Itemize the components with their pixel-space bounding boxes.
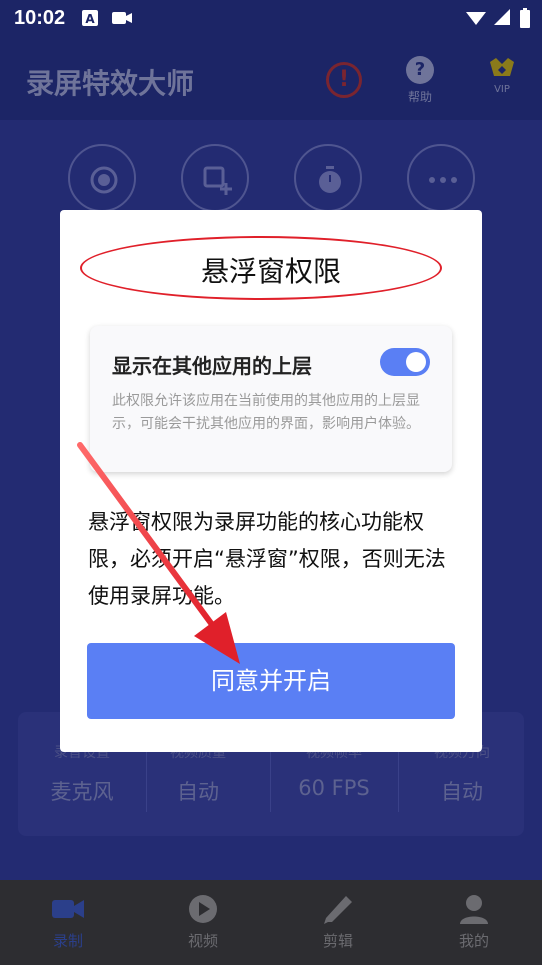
battery-icon (520, 8, 530, 28)
play-icon (189, 895, 217, 923)
nav-videos[interactable]: 视频 (163, 894, 243, 951)
signal-icon (494, 9, 510, 25)
pencil-icon (324, 896, 352, 924)
setting-value: 自动 (441, 780, 483, 804)
nav-record[interactable]: 录制 (28, 894, 108, 951)
dialog-title: 悬浮窗权限 (200, 255, 341, 288)
timer-icon (319, 166, 341, 193)
record-icon (90, 166, 118, 194)
overlay-permission-dialog: 悬浮窗权限 显示在其他应用的上层 此权限允许该应用在当前使用的其他应用的上层显示… (60, 210, 482, 752)
divider (398, 752, 399, 812)
timer-button[interactable] (294, 144, 362, 212)
svg-text:A: A (85, 12, 95, 26)
setting-value: 自动 (177, 780, 219, 804)
help-label: 帮助 (407, 90, 432, 104)
setting-value: 麦克风 (50, 780, 114, 804)
permission-toggle[interactable] (380, 348, 430, 376)
toggle-knob (406, 352, 426, 372)
nav-label: 我的 (458, 932, 489, 950)
agree-and-enable-button[interactable]: 同意并开启 (87, 643, 455, 719)
vip-label: VIP (494, 84, 510, 95)
help-button[interactable]: ? 帮助 (404, 56, 436, 105)
more-dots-icon (429, 177, 457, 183)
status-bar: 10:02 A (0, 0, 542, 38)
status-time: 10:02 (14, 7, 66, 29)
wifi-icon (466, 12, 486, 25)
dialog-body: 悬浮窗权限为录屏功能的核心功能权限，必须开启“悬浮窗”权限，否则无法使用录屏功能… (88, 510, 446, 608)
bottom-nav: 录制 视频 剪辑 我的 (0, 880, 542, 965)
permission-description: 此权限允许该应用在当前使用的其他应用的上层显示，可能会干扰其他应用的界面，影响用… (112, 393, 420, 432)
more-button[interactable] (407, 144, 475, 212)
help-icon: ? (406, 56, 434, 84)
app-title: 录屏特效大师 (26, 67, 195, 100)
nav-label: 录制 (52, 932, 83, 950)
video-camera-icon (52, 900, 84, 918)
nav-edit[interactable]: 剪辑 (298, 894, 378, 951)
person-icon (460, 895, 488, 924)
region-capture-button[interactable] (181, 144, 249, 212)
add-region-icon (203, 166, 232, 195)
alert-icon[interactable]: ! (326, 62, 362, 98)
nav-profile[interactable]: 我的 (434, 894, 514, 951)
video-notification-icon (112, 12, 132, 24)
vip-crown-icon (490, 58, 514, 76)
nav-label: 剪辑 (322, 932, 353, 950)
app-header: 录屏特效大师 ! ? 帮助 VIP (0, 38, 542, 120)
notification-a-icon: A (82, 10, 98, 26)
permission-card: 显示在其他应用的上层 此权限允许该应用在当前使用的其他应用的上层显示，可能会干扰… (90, 326, 452, 472)
record-button[interactable] (68, 144, 136, 212)
vip-button[interactable]: VIP (482, 56, 522, 95)
nav-label: 视频 (187, 932, 218, 950)
setting-value: 60 FPS (298, 776, 370, 800)
divider (270, 752, 271, 812)
permission-title: 显示在其他应用的上层 (112, 354, 312, 378)
